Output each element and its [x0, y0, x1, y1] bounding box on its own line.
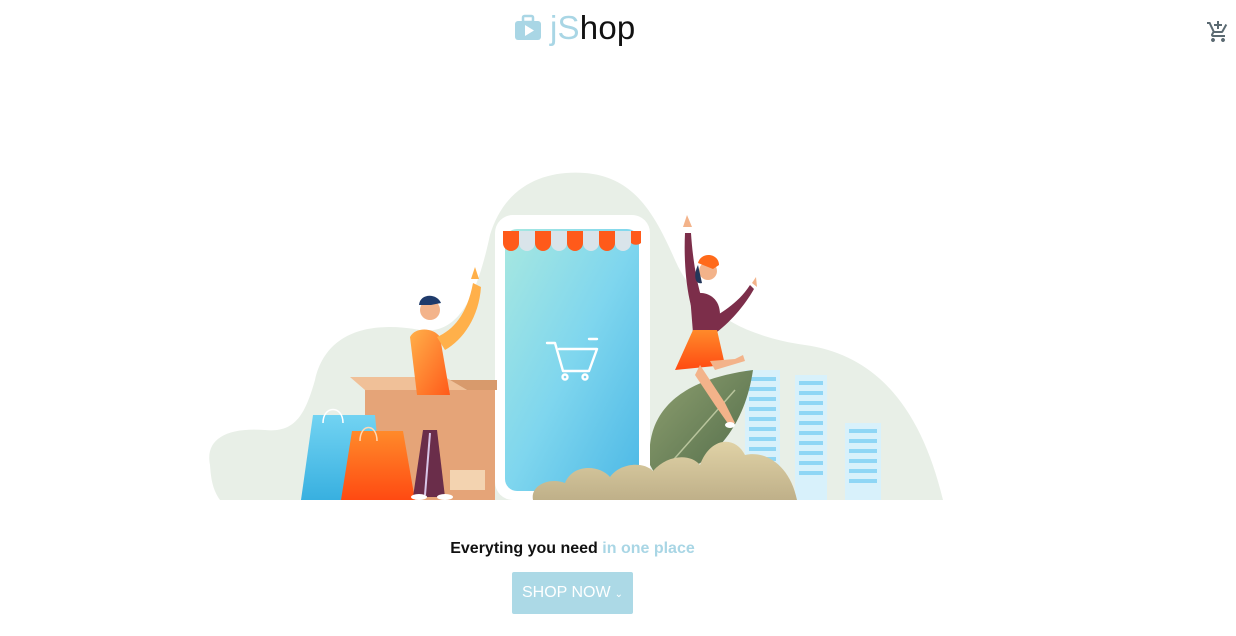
logo-letters-hop: hop [579, 9, 636, 46]
shop-now-label: SHOP NOW [522, 584, 611, 601]
logo-wordmark: jShop [550, 10, 635, 46]
briefcase-play-icon [515, 14, 541, 40]
site-logo[interactable]: jShop [514, 8, 635, 48]
hero-tagline: Everyting you need in one place [0, 540, 1145, 558]
landing-page: jShop Everyting you need in one place SH… [0, 0, 1236, 636]
hero-illustration [209, 172, 943, 500]
tagline-main-text: Everyting you need [450, 540, 598, 557]
logo-letter-s: S [557, 9, 580, 46]
cart-button[interactable] [1206, 20, 1230, 44]
chevron-down-icon: ⌄ [614, 588, 623, 600]
add-shopping-cart-icon [1207, 21, 1228, 42]
shop-now-button[interactable]: SHOP NOW ⌄ [512, 572, 633, 614]
logo-letter-j: j [550, 9, 558, 46]
phone-storefront [495, 215, 650, 500]
tagline-accent-text: in one place [602, 540, 695, 557]
